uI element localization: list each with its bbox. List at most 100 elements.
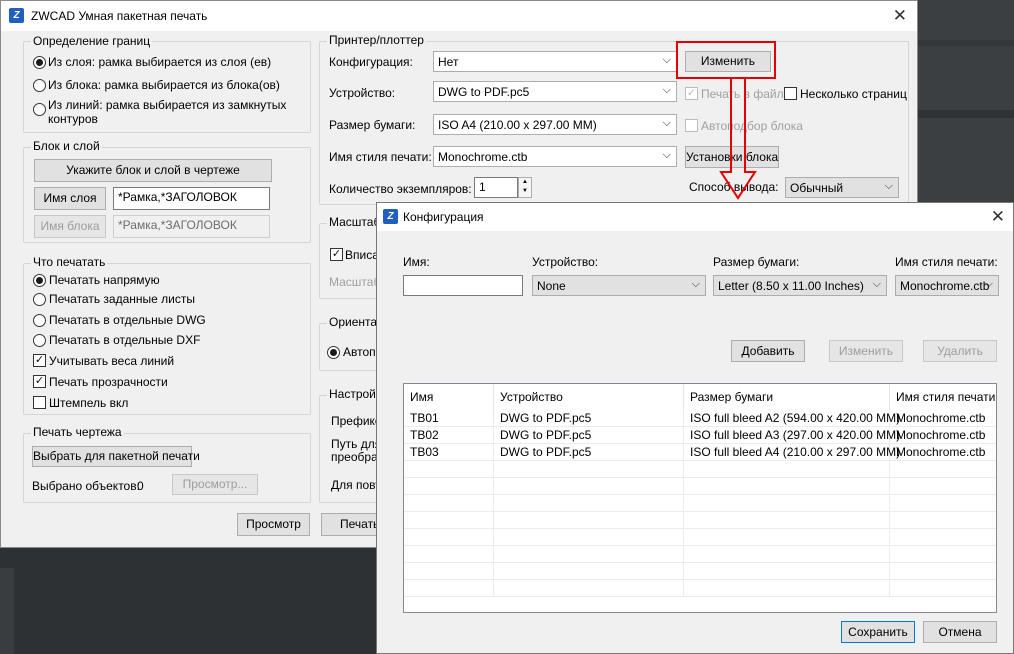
print-to-file-checkbox[interactable]: ✓ [685,87,698,100]
column-header-paper[interactable]: Размер бумаги [684,384,890,410]
chevron-down-icon: ⌵ [984,278,993,290]
lineweights-label: Учитывать веса линий [49,354,175,368]
cell-paper: ISO full bleed A2 (594.00 x 420.00 MM) [684,410,900,427]
stamp-checkbox[interactable] [33,396,46,409]
printer-group-title: Принтер/плоттер [327,33,426,47]
boundary-block-label: Из блока: рамка выбирается из блока(ов) [48,78,280,92]
boundary-lines-label: Из линий: рамка выбирается из замкнутых [48,98,287,112]
spin-up-icon[interactable]: ▲ [519,178,531,187]
layer-name-button[interactable]: Имя слоя [34,187,106,210]
boundary-layer-radio[interactable] [33,56,46,69]
transparency-label: Печать прозрачности [49,375,168,389]
print-direct-label: Печатать напрямую [49,273,160,287]
block-layer-title: Блок и слой [31,139,102,153]
selected-count-label: Выбрано объектов: [32,479,140,493]
scale-label: Масштаб [329,275,381,289]
dialog-style-select[interactable]: Monochrome.ctb ⌵ [895,275,999,296]
copies-spinner[interactable]: ▲ ▼ [518,177,532,198]
table-row-empty [404,495,996,512]
name-label: Имя: [403,255,430,269]
cell-paper: ISO full bleed A4 (210.00 x 297.00 MM) [684,444,900,461]
table-row-empty [404,563,996,580]
table-row[interactable]: TB03 DWG to PDF.pc5 ISO full bleed A4 (2… [404,444,996,461]
print-button[interactable]: Печать [321,513,381,536]
cell-paper: ISO full bleed A3 (297.00 x 420.00 MM) [684,427,900,444]
print-dwg-radio[interactable] [33,314,46,327]
dialog-paper-select[interactable]: Letter (8.50 x 11.00 Inches) ⌵ [713,275,887,296]
save-button[interactable]: Сохранить [841,621,915,643]
preview-button[interactable]: Просмотр [237,513,310,536]
boundary-lines-label-2: контуров [48,112,98,126]
table-row-empty [404,461,996,478]
block-name-button[interactable]: Имя блока [34,215,106,238]
column-header-name[interactable]: Имя [404,384,494,410]
boundary-lines-radio[interactable] [33,103,46,116]
block-name-field[interactable]: *Рамка,*ЗАГОЛОВОК [113,215,270,238]
print-direct-radio[interactable] [33,274,46,287]
print-dxf-label: Печатать в отдельные DXF [49,333,201,347]
orientation-group-title: Ориента [327,315,380,329]
cad-background-bottom [0,548,376,654]
dialog-device-label: Устройство: [532,255,599,269]
dialog-device-select-value: None [537,279,566,293]
layer-name-field[interactable]: *Рамка,*ЗАГОЛОВОК [113,187,270,210]
settings-group-title: Настрой [327,387,378,401]
device-select-value: DWG to PDF.pc5 [438,85,530,99]
table-row[interactable]: TB01 DWG to PDF.pc5 ISO full bleed A2 (5… [404,410,996,427]
dialog-change-button[interactable]: Изменить [829,340,903,362]
multi-pages-label: Несколько страниц [800,87,907,101]
cell-device: DWG to PDF.pc5 [494,444,684,461]
cell-style: Monochrome.ctb [896,445,986,459]
scale-group-title: Масштаб [327,215,383,229]
window-title: ZWCAD Умная пакетная печать [31,9,208,23]
repeat-label: Для повт [331,478,381,492]
paper-size-select[interactable]: ISO A4 (210.00 x 297.00 MM) ⌵ [433,114,677,135]
config-select-value: Нет [438,55,459,69]
multi-pages-checkbox[interactable] [784,87,797,100]
preview-selection-button[interactable]: Просмотр... [172,474,258,495]
fit-checkbox[interactable]: ✓ [330,248,343,261]
close-icon[interactable]: ✕ [991,207,1005,227]
print-dxf-radio[interactable] [33,334,46,347]
dialog-style-select-value: Monochrome.ctb [900,279,990,293]
dialog-title: Конфигурация [403,210,484,224]
cell-device: DWG to PDF.pc5 [494,427,684,444]
boundary-layer-label: Из слоя: рамка выбирается из слоя (ев) [48,55,272,69]
config-select[interactable]: Нет ⌵ [433,51,677,72]
column-header-style[interactable]: Имя стиля печати [890,384,996,410]
what-to-print-title: Что печатать [31,255,108,269]
auto-orientation-radio[interactable] [327,346,340,359]
auto-block-checkbox[interactable] [685,119,698,132]
cancel-button[interactable]: Отмена [923,621,997,643]
chevron-down-icon: ⌵ [872,278,881,290]
dialog-style-label: Имя стиля печати: [895,255,998,269]
paper-size-select-value: ISO A4 (210.00 x 297.00 MM) [438,118,597,132]
plot-style-select[interactable]: Monochrome.ctb ⌵ [433,146,677,167]
table-row-empty [404,546,996,563]
lineweights-checkbox[interactable]: ✓ [33,354,46,367]
path-label: Путь для [331,437,382,451]
table-row-empty [404,478,996,495]
chevron-down-icon: ⌵ [662,149,671,161]
column-header-device[interactable]: Устройство [494,384,684,410]
chevron-down-icon: ⌵ [662,84,671,96]
print-sheets-label: Печатать заданные листы [49,292,195,306]
dialog-device-select[interactable]: None ⌵ [532,275,706,296]
close-icon[interactable]: ✕ [893,6,907,26]
device-select[interactable]: DWG to PDF.pc5 ⌵ [433,81,677,102]
cell-name: TB01 [404,410,494,427]
transparency-checkbox[interactable]: ✓ [33,375,46,388]
print-sheets-radio[interactable] [33,293,46,306]
chevron-down-icon: ⌵ [662,117,671,129]
spin-down-icon[interactable]: ▼ [519,187,531,196]
boundary-block-radio[interactable] [33,79,46,92]
output-mode-select[interactable]: Обычный ⌵ [785,177,899,198]
select-for-batch-button[interactable]: Выбрать для пакетной печати [32,446,200,467]
delete-button[interactable]: Удалить [923,340,997,362]
pick-block-layer-button[interactable]: Укажите блок и слой в чертеже [34,159,272,182]
table-row[interactable]: TB02 DWG to PDF.pc5 ISO full bleed A3 (2… [404,427,996,444]
add-button[interactable]: Добавить [731,340,805,362]
copies-field[interactable]: 1 [474,177,518,198]
name-field[interactable] [403,275,523,296]
copies-label: Количество экземпляров: [329,182,472,196]
